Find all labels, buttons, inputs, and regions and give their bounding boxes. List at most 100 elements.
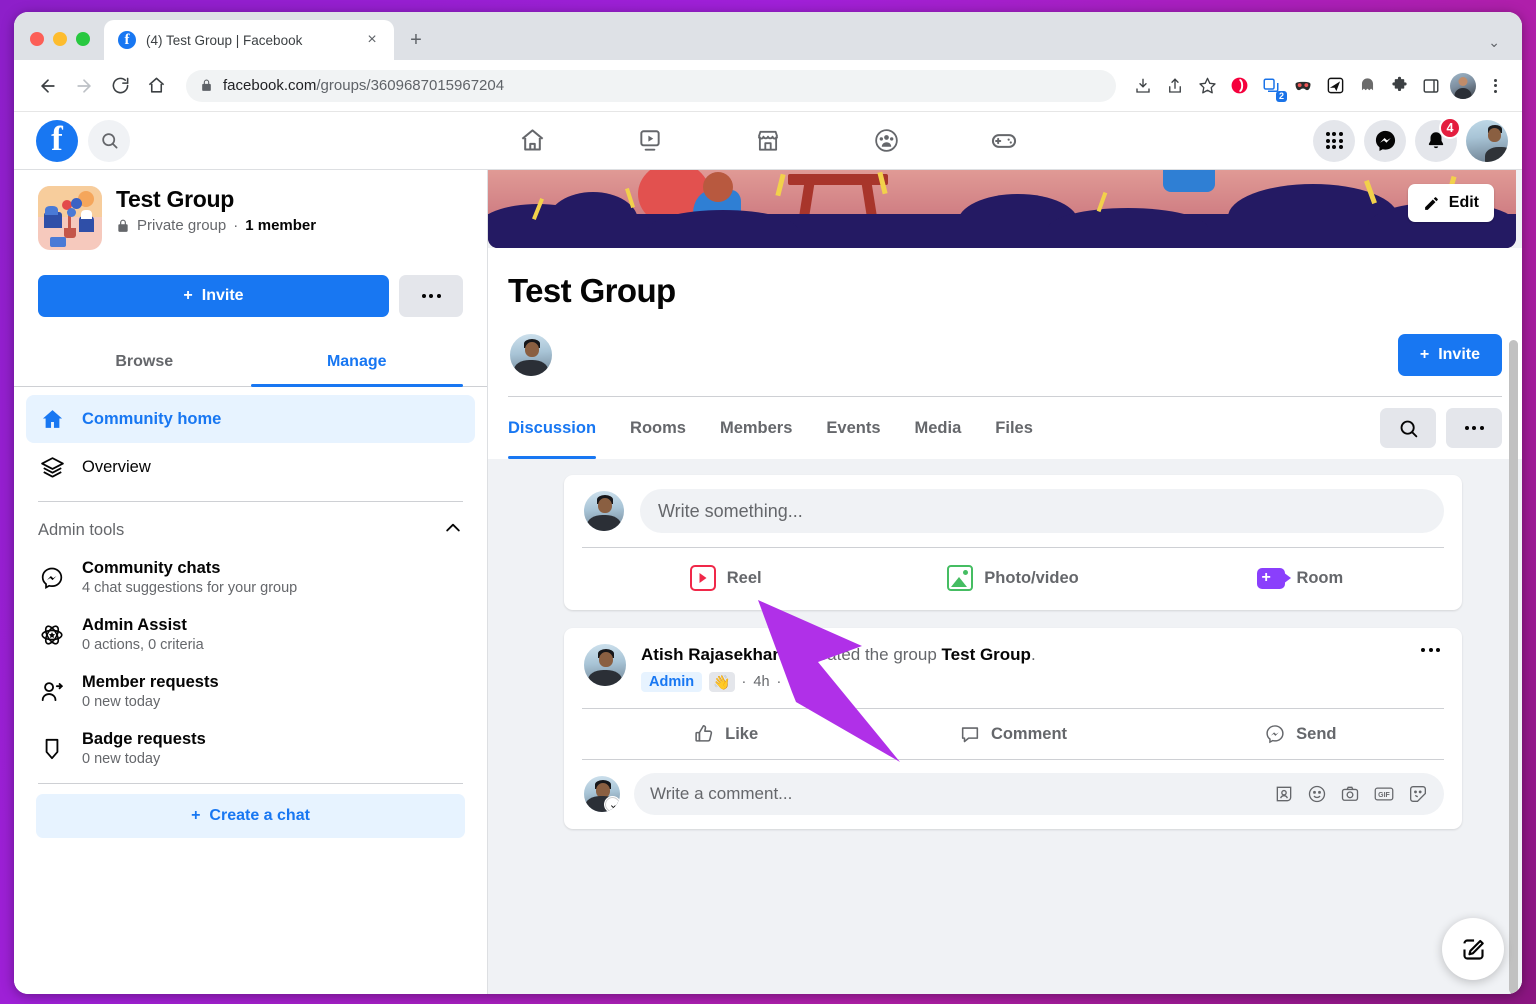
comment-input[interactable]: Write a comment... GIF: [634, 773, 1444, 816]
new-tab-button[interactable]: +: [404, 28, 428, 52]
post-more-options-button[interactable]: [1417, 642, 1444, 658]
sidebar-item-badge-requests[interactable]: Badge requests 0 new today: [26, 720, 475, 777]
chevron-up-icon[interactable]: [443, 518, 463, 543]
gaming-icon[interactable]: [976, 119, 1032, 163]
sidebar-tab-manage[interactable]: Manage: [250, 339, 464, 387]
bookmark-star-icon[interactable]: [1192, 71, 1222, 101]
post-author-avatar[interactable]: [582, 642, 628, 688]
tab-events[interactable]: Events: [809, 397, 897, 459]
group-thumbnail-icon[interactable]: [38, 186, 102, 250]
camera-icon[interactable]: [1340, 784, 1360, 804]
side-panel-icon[interactable]: [1416, 71, 1446, 101]
home-button[interactable]: [140, 70, 172, 102]
scrollbar-thumb[interactable]: [1509, 340, 1518, 994]
composer-photo-video-button[interactable]: Photo/video: [869, 556, 1156, 600]
like-button[interactable]: Like: [582, 714, 869, 754]
send-extension-icon[interactable]: [1320, 71, 1350, 101]
tab-discussion[interactable]: Discussion: [508, 397, 613, 459]
comment-button[interactable]: Comment: [869, 714, 1156, 754]
home-icon[interactable]: [504, 119, 560, 163]
page-content: Test Group Private group · 1 member + In…: [14, 170, 1522, 994]
address-bar[interactable]: facebook.com/groups/3609687015967204: [186, 69, 1116, 102]
group-title-card: Test Group + Invite: [488, 248, 1522, 397]
thumbs-up-icon: [695, 725, 713, 742]
search-icon[interactable]: [88, 119, 130, 162]
sidebar-item-text: Community chats 4 chat suggestions for y…: [82, 559, 297, 596]
video-icon[interactable]: [622, 119, 678, 163]
reload-button[interactable]: [104, 70, 136, 102]
puzzle-extensions-icon[interactable]: [1384, 71, 1414, 101]
post-timestamp[interactable]: 4h: [753, 674, 769, 690]
sidebar-item-text: Member requests 0 new today: [82, 673, 219, 710]
more-options-button[interactable]: [1446, 408, 1502, 448]
messenger-icon[interactable]: [1364, 119, 1406, 162]
invite-main-button[interactable]: + Invite: [1397, 334, 1502, 376]
composer-room-button[interactable]: Room: [1157, 556, 1444, 600]
meta-separator: ·: [233, 217, 239, 234]
search-button[interactable]: [1380, 408, 1436, 448]
more-options-button[interactable]: [399, 275, 463, 317]
maximize-window-button[interactable]: [76, 32, 90, 46]
browser-tab[interactable]: f (4) Test Group | Facebook ×: [104, 20, 394, 60]
sidebar-item-admin-assist[interactable]: Admin Assist 0 actions, 0 criteria: [26, 606, 475, 663]
tab-media[interactable]: Media: [898, 397, 979, 459]
composer-reel-button[interactable]: Reel: [582, 556, 869, 600]
groups-icon[interactable]: [858, 119, 914, 163]
share-icon[interactable]: [1160, 71, 1190, 101]
back-button[interactable]: [32, 70, 64, 102]
sidebar-item-community-chats[interactable]: Community chats 4 chat suggestions for y…: [26, 549, 475, 606]
sidebar-tab-browse[interactable]: Browse: [38, 339, 251, 386]
chevron-down-icon[interactable]: ⌄: [1488, 34, 1500, 51]
gif-icon[interactable]: GIF: [1373, 784, 1395, 804]
chrome-menu-icon[interactable]: [1480, 71, 1510, 101]
invite-button[interactable]: + Invite: [38, 275, 389, 317]
tab-manager-icon[interactable]: 2: [1256, 71, 1287, 102]
sidebar-item-community-home[interactable]: Community home: [26, 395, 475, 443]
mask-extension-icon[interactable]: [1288, 71, 1318, 101]
avatar: [1450, 72, 1476, 99]
profile-avatar-icon[interactable]: [1448, 71, 1478, 101]
tab-title: (4) Test Group | Facebook: [146, 32, 303, 48]
messenger-icon: [38, 565, 66, 591]
grid-menu-icon[interactable]: [1313, 119, 1355, 162]
tab-members[interactable]: Members: [703, 397, 809, 459]
account-avatar[interactable]: [1466, 119, 1508, 162]
edit-cover-button[interactable]: Edit: [1407, 184, 1494, 222]
member-avatar[interactable]: [508, 332, 554, 378]
sidebar-item-sublabel: 0 new today: [82, 694, 161, 710]
post-action-label: Send: [1296, 724, 1337, 743]
sidebar-item-overview[interactable]: Overview: [26, 443, 475, 491]
page-scrollbar[interactable]: [1509, 340, 1518, 994]
facebook-logo-icon[interactable]: f: [36, 119, 78, 162]
close-window-button[interactable]: [30, 32, 44, 46]
send-button[interactable]: Send: [1157, 714, 1444, 754]
comment-avatar[interactable]: [582, 774, 622, 815]
sticker-icon[interactable]: [1408, 784, 1428, 804]
marketplace-icon[interactable]: [740, 119, 796, 163]
ghostery-icon[interactable]: [1352, 71, 1382, 101]
emoji-icon[interactable]: [1307, 784, 1327, 804]
composer-action-label: Reel: [726, 568, 762, 587]
sidebar-group-meta: Private group · 1 member: [116, 217, 316, 234]
opera-vpn-icon[interactable]: [1224, 71, 1254, 101]
create-chat-button[interactable]: + Create a chat: [36, 794, 465, 838]
post-author-name[interactable]: Atish Rajasekharan: [641, 645, 799, 664]
bell-icon[interactable]: 4: [1415, 116, 1461, 162]
forward-button[interactable]: [68, 70, 100, 102]
group-cover-photo[interactable]: Edit: [488, 170, 1516, 248]
edit-button-label: Edit: [1448, 194, 1479, 211]
tab-rooms[interactable]: Rooms: [613, 397, 703, 459]
sidebar-item-member-requests[interactable]: Member requests 0 new today: [26, 663, 475, 720]
close-icon[interactable]: ×: [360, 28, 384, 52]
write-something-input[interactable]: Write something...: [640, 489, 1444, 533]
minimize-window-button[interactable]: [53, 32, 67, 46]
compose-fab-button[interactable]: [1442, 918, 1504, 980]
composer-avatar[interactable]: [582, 489, 626, 533]
notifications-count-badge: 4: [1439, 116, 1461, 139]
tab-files[interactable]: Files: [978, 397, 1050, 459]
post-group-name[interactable]: Test Group: [942, 645, 1031, 664]
composer-action-label: Room: [1296, 568, 1344, 587]
avatar-sticker-icon[interactable]: [1274, 784, 1294, 804]
admin-tools-section-header[interactable]: Admin tools: [14, 512, 487, 547]
download-icon[interactable]: [1128, 71, 1158, 101]
